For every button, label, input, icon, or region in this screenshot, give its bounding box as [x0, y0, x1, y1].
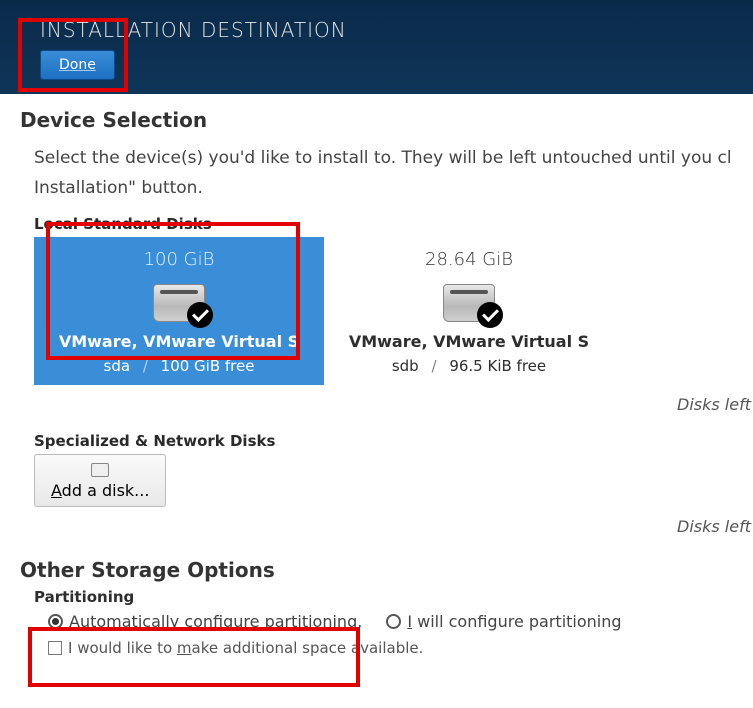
add-disk-label: Add a disk...: [51, 481, 149, 500]
page-title: INSTALLATION DESTINATION: [0, 8, 753, 50]
radio-auto-label: Automatically configure partitioning.: [69, 612, 362, 631]
instruction-text-2: Installation" button.: [20, 176, 753, 206]
disk-label: VMware, VMware Virtual S: [324, 332, 614, 351]
separator: /: [431, 357, 436, 375]
harddrive-icon: [443, 284, 495, 324]
checkmark-icon: [477, 302, 503, 328]
partitioning-options: Automatically configure partitioning. I …: [48, 612, 753, 631]
additional-space-option[interactable]: I would like to make additional space av…: [48, 639, 753, 657]
disk-size: 100 GiB: [34, 249, 324, 270]
done-button[interactable]: Done: [40, 50, 115, 80]
disk-label: VMware, VMware Virtual S: [34, 332, 324, 351]
disk-list: 100 GiB VMware, VMware Virtual S sda / 1…: [34, 237, 753, 385]
disk-item-sdb[interactable]: 28.64 GiB VMware, VMware Virtual S sdb /…: [324, 237, 614, 385]
disks-status: Disks left: [20, 385, 753, 422]
instruction-text: Select the device(s) you'd like to insta…: [20, 142, 753, 176]
content-area: Device Selection Select the device(s) yo…: [0, 94, 753, 657]
additional-space-label: I would like to make additional space av…: [68, 639, 423, 657]
radio-auto-partition[interactable]: Automatically configure partitioning.: [48, 612, 362, 631]
checkmark-icon: [187, 302, 213, 328]
other-storage-title: Other Storage Options: [20, 558, 753, 582]
radio-manual-partition[interactable]: I will configure partitioning: [386, 612, 621, 631]
separator: /: [143, 357, 148, 375]
disk-size: 28.64 GiB: [324, 249, 614, 270]
disk-dev: sda: [104, 357, 131, 375]
device-selection-title: Device Selection: [20, 108, 753, 132]
done-button-label: Done: [59, 57, 96, 73]
disk-item-sda[interactable]: 100 GiB VMware, VMware Virtual S sda / 1…: [34, 237, 324, 385]
partitioning-label: Partitioning: [34, 588, 753, 606]
disk-dev: sdb: [392, 357, 419, 375]
local-disks-label: Local Standard Disks: [34, 215, 753, 233]
installer-header: INSTALLATION DESTINATION Done: [0, 0, 753, 94]
disk-free: 100 GiB free: [161, 357, 255, 375]
harddrive-icon: [153, 284, 205, 324]
add-disk-button[interactable]: Add a disk...: [34, 454, 166, 507]
disk-info: sda / 100 GiB free: [34, 357, 324, 375]
disk-plus-icon: [91, 463, 109, 477]
disk-icon-wrap: [34, 284, 324, 324]
network-disks-label: Specialized & Network Disks: [34, 432, 753, 450]
radio-unchecked-icon: [386, 614, 401, 629]
radio-manual-label: I will configure partitioning: [407, 612, 621, 631]
disks-status-2: Disks left: [20, 507, 753, 544]
disk-icon-wrap: [324, 284, 614, 324]
radio-checked-icon: [48, 614, 63, 629]
disk-info: sdb / 96.5 KiB free: [324, 357, 614, 375]
disk-free: 96.5 KiB free: [449, 357, 546, 375]
checkbox-unchecked-icon: [48, 641, 62, 655]
